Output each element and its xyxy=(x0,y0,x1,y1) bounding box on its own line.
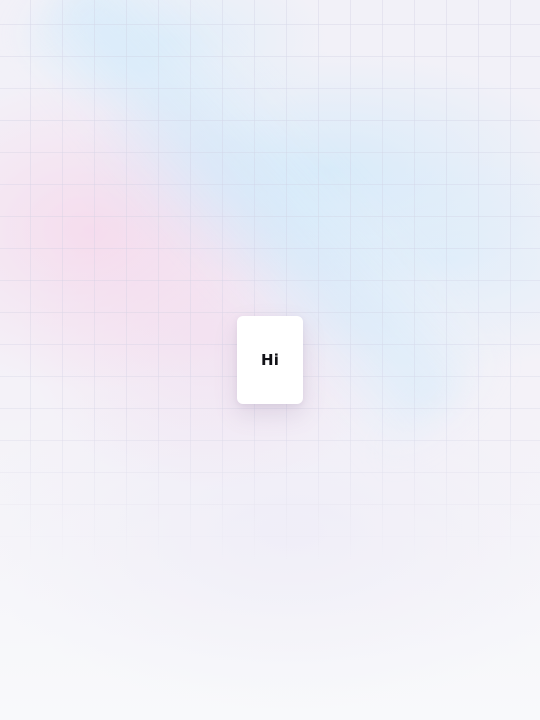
greeting-text: Hi xyxy=(260,351,280,369)
greeting-card: Hi xyxy=(237,316,303,404)
